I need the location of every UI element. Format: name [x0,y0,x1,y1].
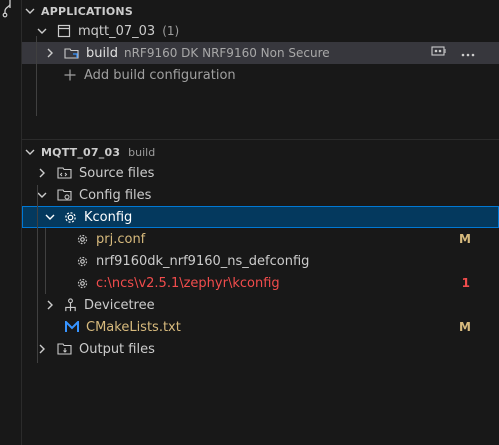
tree-item-label: CMakeLists.txt [86,319,181,335]
tree-item-label: nrf9160dk_nrf9160_ns_defconfig [96,253,310,269]
chevron-down-icon [22,144,38,160]
tree-item-label: Source files [79,165,155,181]
chevron-right-icon [42,45,58,61]
indent-guide [37,185,38,363]
tree-item-label: Devicetree [84,297,155,313]
tree-item-label: Kconfig [84,209,133,225]
tree-item-label: Output files [79,341,155,357]
chevron-down-icon [42,209,58,225]
plus-icon [62,67,78,83]
indent-guide [36,36,37,116]
application-icon [56,23,72,39]
build-item[interactable]: build nRF9160 DK NRF9160 Non Secure [22,42,499,64]
add-build-label: Add build configuration [84,67,236,83]
tree-item-label: prj.conf [96,231,146,247]
tree-item-output-files[interactable]: Output files [22,338,499,360]
cmake-icon [64,319,80,335]
output-folder-icon [57,341,73,357]
modified-badge: M [459,320,471,334]
source-control-icon[interactable] [2,0,16,18]
gear-icon [62,209,78,225]
gear-icon [74,275,90,291]
build-label: build [86,45,118,61]
chevron-down-icon [22,3,38,19]
chevron-right-icon [34,165,50,181]
devicetree-icon [62,297,78,313]
project-subtitle: build [128,145,156,159]
error-count-badge: 1 [461,276,470,290]
gear-icon [74,253,90,269]
project-header[interactable]: MQTT_07_03 build [22,141,499,163]
app-count: (1) [162,24,180,38]
applications-header[interactable]: APPLICATIONS [22,0,499,22]
modified-badge: M [459,232,471,246]
source-folder-icon [57,165,73,181]
tree-item-devicetree[interactable]: Devicetree [22,294,499,316]
app-name: mqtt_07_03 [78,23,156,39]
build-description: nRF9160 DK NRF9160 Non Secure [123,46,330,60]
tree-item-kconfig[interactable]: Kconfig [22,206,499,228]
tree-item-defconfig[interactable]: nrf9160dk_nrf9160_ns_defconfig [22,250,499,272]
activity-strip [0,0,22,445]
build-folder-icon [64,45,80,61]
tree-item-kconfig-path[interactable]: c:\ncs\v2.5.1\zephyr\kconfig 1 [22,272,499,294]
build-actions [431,45,475,61]
section-divider [22,139,499,140]
config-folder-icon [57,187,73,203]
tree-item-source-files[interactable]: Source files [22,162,499,184]
tree-item-prj-conf[interactable]: prj.conf M [22,228,499,250]
board-icon[interactable] [431,45,447,61]
indent-guide [45,228,46,294]
gear-icon [74,231,90,247]
app-item[interactable]: mqtt_07_03 (1) [22,20,499,42]
tree-item-label: Config files [79,187,152,203]
tree-item-cmakelists[interactable]: CMakeLists.txt M [22,316,499,338]
applications-title: APPLICATIONS [41,4,133,18]
tree-item-label: c:\ncs\v2.5.1\zephyr\kconfig [96,275,280,291]
more-actions-icon[interactable] [461,46,475,61]
chevron-right-icon [42,297,58,313]
project-title: MQTT_07_03 [41,145,121,159]
tree-item-config-files[interactable]: Config files [22,184,499,206]
add-build-config[interactable]: Add build configuration [22,64,499,86]
